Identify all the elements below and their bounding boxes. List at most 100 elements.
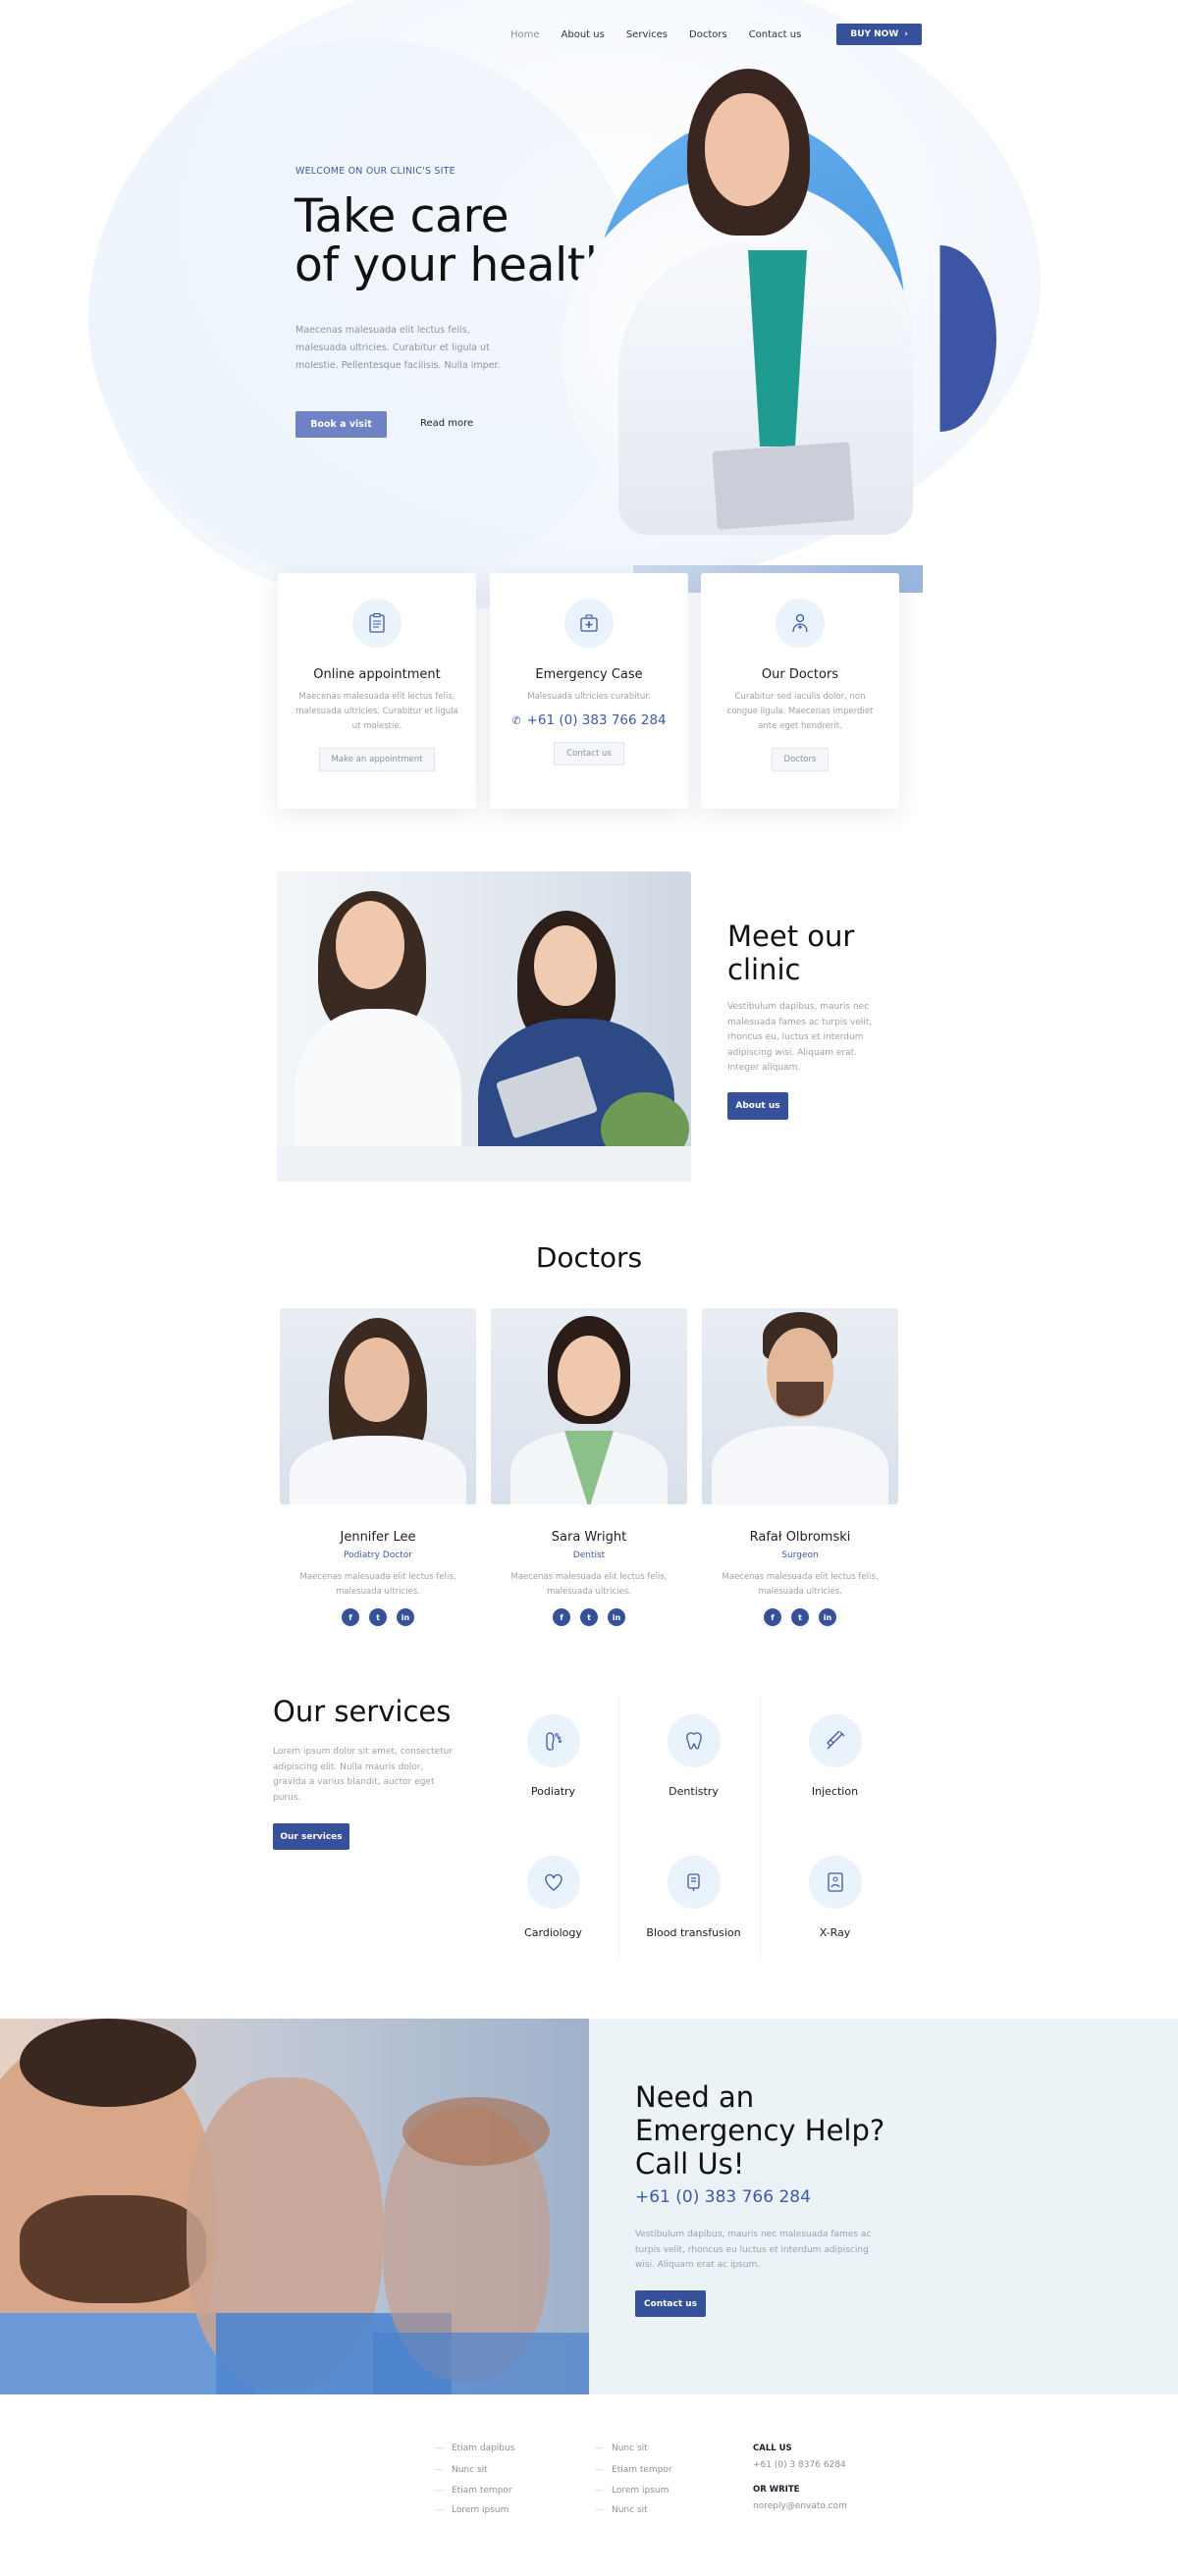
nav-about[interactable]: About us — [562, 29, 605, 40]
footer-link[interactable]: — Nunc sit — [595, 2444, 648, 2453]
tooth-icon — [667, 1714, 721, 1767]
twitter-icon[interactable]: t — [580, 1608, 598, 1626]
feature-title: Online appointment — [313, 667, 441, 682]
doctor-socials: f t in — [702, 1608, 898, 1626]
footer-link[interactable]: — Etiam tempor — [595, 2465, 672, 2475]
clinic-description: Vestibulum dapibus, mauris nec malesuada… — [727, 1002, 873, 1073]
doctor-bio: Maecenas malesuada elit lectus felis, ma… — [722, 1572, 879, 1597]
footer-link[interactable]: — Etiam tempor — [435, 2486, 512, 2496]
footer-link[interactable]: — Nunc sit — [595, 2505, 648, 2515]
hero-background-shape — [93, 39, 643, 599]
feature-card-doctors: Our Doctors Curabitur sed iaculis dolor,… — [701, 573, 899, 809]
footer-link[interactable]: — Nunc sit — [435, 2465, 488, 2475]
facebook-icon[interactable]: f — [342, 1608, 359, 1626]
footer-call-value[interactable]: +61 (0) 3 8376 6284 — [753, 2460, 846, 2470]
feature-text: Curabitur sed iaculis dolor, non congue … — [726, 692, 874, 731]
emergency-phone-number: +61 (0) 383 766 284 — [526, 712, 667, 728]
emergency-phone[interactable]: ✆ +61 (0) 383 766 284 — [490, 712, 688, 728]
emergency-title-line1: Need an — [635, 2080, 755, 2114]
doctor-icon — [776, 599, 825, 648]
linkedin-icon[interactable]: in — [608, 1608, 625, 1626]
doctor-socials: f t in — [491, 1608, 687, 1626]
clinic-photo — [277, 871, 691, 1182]
clipboard-icon — [352, 599, 402, 648]
doctor-portrait-tablet — [712, 442, 855, 530]
our-services-button[interactable]: Our services — [273, 1823, 349, 1850]
nav-home[interactable]: Home — [510, 29, 540, 40]
doctor-card: Rafał Olbromski Surgeon Maecenas malesua… — [702, 1308, 898, 1626]
make-appointment-button[interactable]: Make an appointment — [318, 748, 436, 771]
chevron-right-icon: › — [904, 29, 908, 39]
blood-bag-icon — [667, 1856, 721, 1909]
doctor-card: Jennifer Lee Podiatry Doctor Maecenas ma… — [280, 1308, 476, 1626]
feature-text: Maecenas malesuada elit lectus felis, ma… — [295, 692, 458, 731]
service-label: Injection — [811, 1785, 859, 1798]
footer-email[interactable]: noreply@envato.com — [753, 2501, 847, 2511]
foot-icon — [526, 1714, 580, 1767]
feature-title: Our Doctors — [761, 667, 839, 682]
footer-write-label: OR WRITE — [753, 2485, 800, 2495]
service-injection[interactable]: Injection — [765, 1701, 905, 1841]
service-podiatry[interactable]: Podiatry — [483, 1701, 623, 1841]
doctor-card: Sara Wright Dentist Maecenas malesuada e… — [491, 1308, 687, 1626]
doctor-photo — [702, 1308, 898, 1504]
emergency-title: Need an Emergency Help? Call Us! — [635, 2080, 884, 2181]
emergency-photo — [0, 2019, 589, 2394]
hero-title-line1: Take care — [294, 189, 509, 243]
doctor-name: Rafał Olbromski — [749, 1530, 851, 1545]
main-nav: Home About us Services Doctors Contact u… — [510, 24, 922, 45]
emergency-description: Vestibulum dapibus, mauris nec malesuada… — [635, 2230, 872, 2270]
hero-eyebrow: WELCOME ON OUR CLINIC'S SITE — [295, 166, 455, 177]
clinic-title-line2: clinic — [727, 953, 801, 986]
footer-link[interactable]: — Lorem ipsum — [595, 2486, 669, 2496]
read-more-link[interactable]: Read more — [420, 418, 473, 429]
doctor-name: Sara Wright — [551, 1530, 627, 1545]
doctor-role: Podiatry Doctor — [344, 1551, 412, 1560]
buy-now-button[interactable]: BUY NOW › — [836, 24, 922, 45]
doctor-portrait-face — [705, 93, 789, 206]
doctor-socials: f t in — [280, 1608, 476, 1626]
medical-kit-icon — [564, 599, 614, 648]
linkedin-icon[interactable]: in — [819, 1608, 836, 1626]
heart-icon — [526, 1856, 580, 1909]
nav-doctors[interactable]: Doctors — [689, 29, 727, 40]
service-blood-transfusion[interactable]: Blood transfusion — [623, 1842, 764, 1982]
clinic-title-line1: Meet our — [727, 920, 855, 953]
doctor-role: Dentist — [572, 1551, 606, 1560]
footer-link[interactable]: — Lorem ipsum — [435, 2505, 509, 2515]
service-cardiology[interactable]: Cardiology — [483, 1842, 623, 1982]
contact-us-button[interactable]: Contact us — [635, 2290, 706, 2317]
footer-link[interactable]: — Etiam dapibus — [435, 2444, 514, 2453]
facebook-icon[interactable]: f — [553, 1608, 570, 1626]
phone-icon: ✆ — [511, 713, 521, 727]
facebook-icon[interactable]: f — [764, 1608, 781, 1626]
emergency-title-line3: Call Us! — [635, 2147, 745, 2181]
doctor-role: Surgeon — [781, 1551, 819, 1560]
emergency-phone-number[interactable]: +61 (0) 383 766 284 — [635, 2187, 811, 2207]
feature-card-appointment: Online appointment Maecenas malesuada el… — [278, 573, 476, 809]
doctor-photo — [491, 1308, 687, 1504]
contact-us-card-button[interactable]: Contact us — [554, 742, 624, 765]
services-title: Our services — [273, 1695, 452, 1728]
about-us-button[interactable]: About us — [727, 1092, 788, 1120]
hero-description: Maecenas malesuada elit lectus felis, ma… — [295, 325, 501, 371]
doctors-card-button[interactable]: Doctors — [771, 748, 830, 771]
nav-services[interactable]: Services — [626, 29, 668, 40]
service-dentistry[interactable]: Dentistry — [623, 1701, 764, 1841]
xray-icon — [808, 1856, 862, 1909]
twitter-icon[interactable]: t — [791, 1608, 809, 1626]
feature-text: Malesuada ultricies curabitur. — [527, 692, 651, 702]
syringe-icon — [808, 1714, 862, 1767]
book-visit-button[interactable]: Book a visit — [295, 411, 387, 438]
service-label: X-Ray — [819, 1926, 851, 1939]
nav-contact[interactable]: Contact us — [749, 29, 802, 40]
twitter-icon[interactable]: t — [369, 1608, 387, 1626]
clinic-title: Meet our clinic — [727, 920, 854, 986]
services-description: Lorem ipsum dolor sit amet, consectetur … — [273, 1747, 454, 1803]
doctors-title: Doctors — [535, 1241, 643, 1274]
service-label: Cardiology — [524, 1926, 582, 1939]
emergency-title-line2: Emergency Help? — [635, 2114, 885, 2147]
service-xray[interactable]: X-Ray — [765, 1842, 905, 1982]
linkedin-icon[interactable]: in — [397, 1608, 414, 1626]
page: { "nav": { "items": ["Home", "About us",… — [0, 0, 1178, 2576]
